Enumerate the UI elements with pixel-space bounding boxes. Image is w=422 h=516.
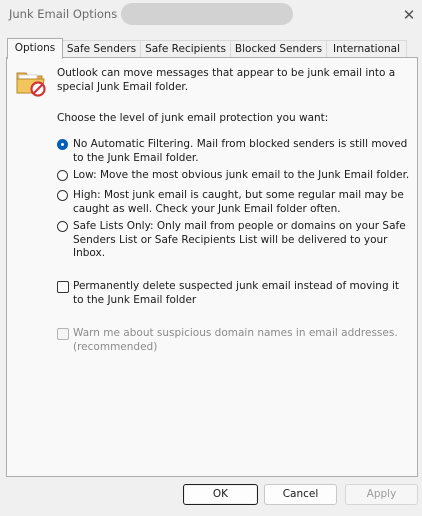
tab-options[interactable]: Options: [7, 38, 63, 59]
cancel-button[interactable]: Cancel: [264, 484, 337, 505]
checkbox-disabled: [57, 328, 69, 340]
close-icon: ✕: [402, 6, 416, 24]
radio-button[interactable]: [57, 190, 68, 201]
radio-label: No Automatic Filtering. Mail from blocke…: [73, 138, 408, 164]
close-button[interactable]: ✕: [398, 5, 420, 25]
tab-blocked-senders[interactable]: Blocked Senders: [230, 40, 327, 58]
radio-label: Low: Move the most obvious junk email to…: [73, 169, 410, 181]
radio-button-selected[interactable]: [57, 139, 68, 150]
window-title: Junk Email Options: [9, 7, 118, 21]
radio-label: High: Most junk email is caught, but som…: [73, 189, 404, 215]
tab-safe-recipients[interactable]: Safe Recipients: [140, 40, 231, 58]
apply-button: Apply: [345, 484, 418, 505]
title-bar: Junk Email Options ✕: [0, 0, 422, 30]
checkbox-label: Warn me about suspicious domain names in…: [73, 327, 398, 353]
redacted-title-area: [121, 3, 293, 25]
protection-level-label: Choose the level of junk email protectio…: [57, 112, 329, 124]
description-text: Outlook can move messages that appear to…: [57, 67, 396, 93]
checkbox[interactable]: [57, 281, 69, 293]
checkbox-label: Permanently delete suspected junk email …: [73, 280, 399, 306]
junk-folder-icon: [16, 72, 46, 97]
tab-international[interactable]: International: [326, 40, 407, 58]
radio-label: Safe Lists Only: Only mail from people o…: [73, 220, 406, 259]
ok-button[interactable]: OK: [183, 484, 258, 505]
tab-safe-senders[interactable]: Safe Senders: [62, 40, 141, 58]
radio-button[interactable]: [57, 170, 68, 181]
radio-button[interactable]: [57, 221, 68, 232]
